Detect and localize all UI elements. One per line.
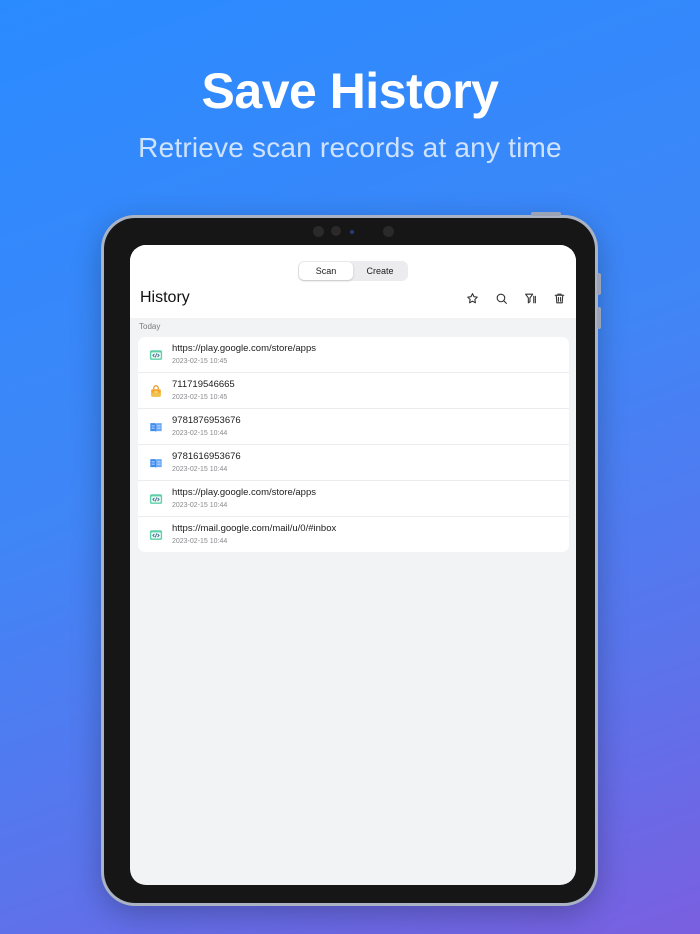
nav-actions — [463, 289, 568, 307]
history-row[interactable]: https://mail.google.com/mail/u/0/#inbox … — [138, 517, 569, 552]
filter-icon[interactable] — [521, 289, 539, 307]
history-row[interactable]: 9781876953676 2023-02-15 10:44 — [138, 409, 569, 445]
history-value: 9781616953676 — [172, 450, 241, 462]
promo-subtitle: Retrieve scan records at any time — [138, 132, 562, 163]
page-title: History — [140, 289, 190, 306]
history-timestamp: 2023-02-15 10:44 — [172, 465, 228, 473]
trash-icon[interactable] — [550, 289, 568, 307]
camera-icon — [350, 230, 354, 234]
product-icon — [149, 384, 163, 398]
promo-title: Save History — [201, 63, 499, 119]
history-timestamp: 2023-02-15 10:44 — [172, 537, 228, 545]
section-header-today: Today — [139, 322, 161, 331]
star-icon[interactable] — [463, 289, 481, 307]
history-row[interactable]: 9781616953676 2023-02-15 10:44 — [138, 445, 569, 481]
history-value: 711719546665 — [172, 378, 235, 390]
power-button — [531, 212, 561, 216]
sensor-icon — [383, 226, 394, 237]
search-icon[interactable] — [492, 289, 510, 307]
sensor-icon — [331, 226, 341, 236]
history-timestamp: 2023-02-15 10:45 — [172, 357, 228, 365]
history-row[interactable]: https://play.google.com/store/apps 2023-… — [138, 481, 569, 517]
url-icon — [149, 348, 163, 362]
segment-scan[interactable]: Scan — [299, 262, 353, 280]
url-icon — [149, 492, 163, 506]
navigation-bar: Scan Create History — [130, 245, 576, 318]
sensor-icon — [313, 226, 324, 237]
history-timestamp: 2023-02-15 10:45 — [172, 393, 228, 401]
history-list: https://play.google.com/store/apps 2023-… — [138, 337, 569, 552]
device-bezel: Scan Create History Today https://play.g… — [104, 218, 595, 903]
tablet-device: Scan Create History Today https://play.g… — [101, 212, 601, 906]
history-timestamp: 2023-02-15 10:44 — [172, 429, 228, 437]
history-value: 9781876953676 — [172, 414, 241, 426]
history-row[interactable]: 711719546665 2023-02-15 10:45 — [138, 373, 569, 409]
segment-create[interactable]: Create — [353, 262, 407, 280]
url-icon — [149, 528, 163, 542]
volume-up-button — [597, 273, 601, 295]
scan-create-segmented-control[interactable]: Scan Create — [298, 261, 408, 281]
history-timestamp: 2023-02-15 10:44 — [172, 501, 228, 509]
book-icon — [149, 456, 163, 470]
history-row[interactable]: https://play.google.com/store/apps 2023-… — [138, 337, 569, 373]
history-value: https://play.google.com/store/apps — [172, 342, 316, 354]
history-value: https://play.google.com/store/apps — [172, 486, 316, 498]
app-screen: Scan Create History Today https://play.g… — [130, 245, 576, 885]
history-value: https://mail.google.com/mail/u/0/#inbox — [172, 522, 337, 534]
book-icon — [149, 420, 163, 434]
volume-down-button — [597, 307, 601, 329]
